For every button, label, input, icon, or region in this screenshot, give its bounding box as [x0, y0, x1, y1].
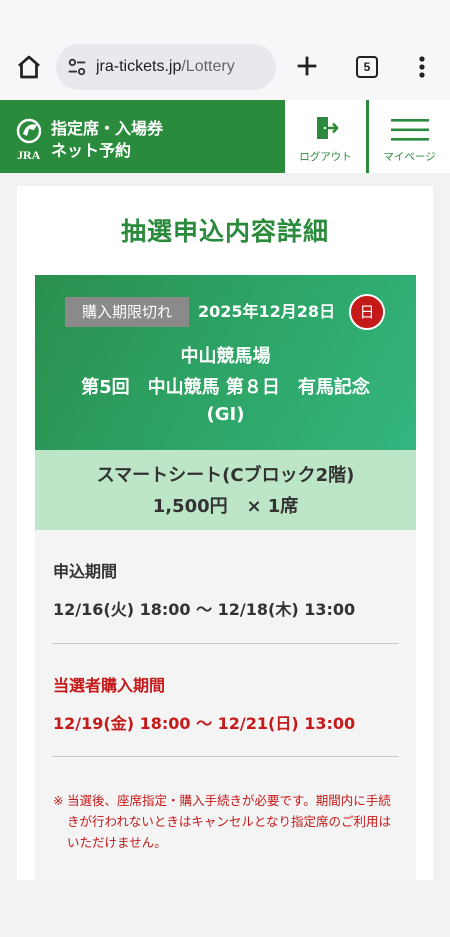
seat-quantity: × 1席	[246, 496, 299, 517]
winner-period-label: 当選者購入期間	[53, 676, 166, 695]
browser-toolbar: jra-tickets.jp/Lottery 5	[0, 0, 450, 100]
seat-info: スマートシート(Cブロック2階) 1,500円 × 1席	[35, 450, 416, 530]
page-title: 抽選申込内容詳細	[120, 217, 329, 246]
seat-name: スマートシート(Cブロック2階)	[96, 465, 355, 486]
divider	[53, 756, 398, 757]
logo-line-2: ネット予約	[51, 141, 132, 160]
status-badge: 購入期限切れ	[65, 297, 189, 327]
race-date: 2025年12月28日	[198, 302, 336, 321]
weekday-badge: 日	[349, 294, 385, 330]
lottery-detail-card: 抽選申込内容詳細 購入期限切れ 2025年12月28日 日 中山競馬場 第5回 …	[17, 186, 433, 880]
logout-label: ログアウト	[299, 151, 352, 163]
tab-switcher-button[interactable]: 5	[356, 56, 378, 78]
home-icon[interactable]	[14, 52, 44, 82]
logo-line-1: 指定席・入場券	[51, 119, 164, 138]
purchase-note: ※ 当選後、座席指定・購入手続きが必要です。期間内に手続きが行われないときはキャ…	[53, 790, 403, 853]
seat-price-line: 1,500円 × 1席	[35, 492, 416, 518]
winner-period-value: 12/19(金) 18:00 〜 12/21(日) 13:00	[53, 714, 356, 733]
mypage-label: マイページ	[383, 151, 436, 163]
site-settings-icon[interactable]	[66, 56, 88, 78]
note-text: 当選後、座席指定・購入手続きが必要です。期間内に手続きが行われないときはキャンセ…	[67, 793, 392, 850]
url-text: jra-tickets.jp/Lottery	[96, 58, 235, 76]
race-grade: (GI)	[206, 404, 245, 425]
new-tab-icon[interactable]	[293, 52, 321, 80]
jra-horse-logo-icon: JRA	[16, 118, 42, 162]
period-info: 申込期間 12/16(火) 18:00 〜 12/18(木) 13:00 当選者…	[35, 530, 416, 880]
logo-text: 指定席・入場券 ネット予約	[51, 118, 163, 162]
hamburger-menu-icon	[390, 119, 429, 141]
apply-period-value: 12/16(火) 18:00 〜 12/18(木) 13:00	[53, 600, 356, 619]
race-venue: 中山競馬場	[180, 346, 271, 367]
logout-button[interactable]: ログアウト	[284, 100, 366, 173]
logo-jra-text: JRA	[17, 148, 41, 162]
url-path: /Lottery	[181, 58, 235, 75]
race-info: 購入期限切れ 2025年12月28日 日 中山競馬場 第5回 中山競馬 第８日 …	[35, 275, 416, 450]
address-bar[interactable]: jra-tickets.jp/Lottery	[56, 44, 276, 90]
logout-icon	[316, 117, 339, 139]
seat-price: 1,500円	[152, 496, 228, 517]
url-host: jra-tickets.jp	[96, 58, 182, 75]
more-menu-icon[interactable]	[412, 54, 432, 80]
site-logo[interactable]: JRA 指定席・入場券 ネット予約	[15, 118, 175, 162]
race-name: 第5回 中山競馬 第８日 有馬記念	[81, 377, 370, 398]
apply-period-label: 申込期間	[53, 562, 118, 581]
mypage-button[interactable]: マイページ	[368, 100, 450, 173]
divider	[53, 643, 398, 644]
note-mark: ※	[53, 793, 64, 808]
